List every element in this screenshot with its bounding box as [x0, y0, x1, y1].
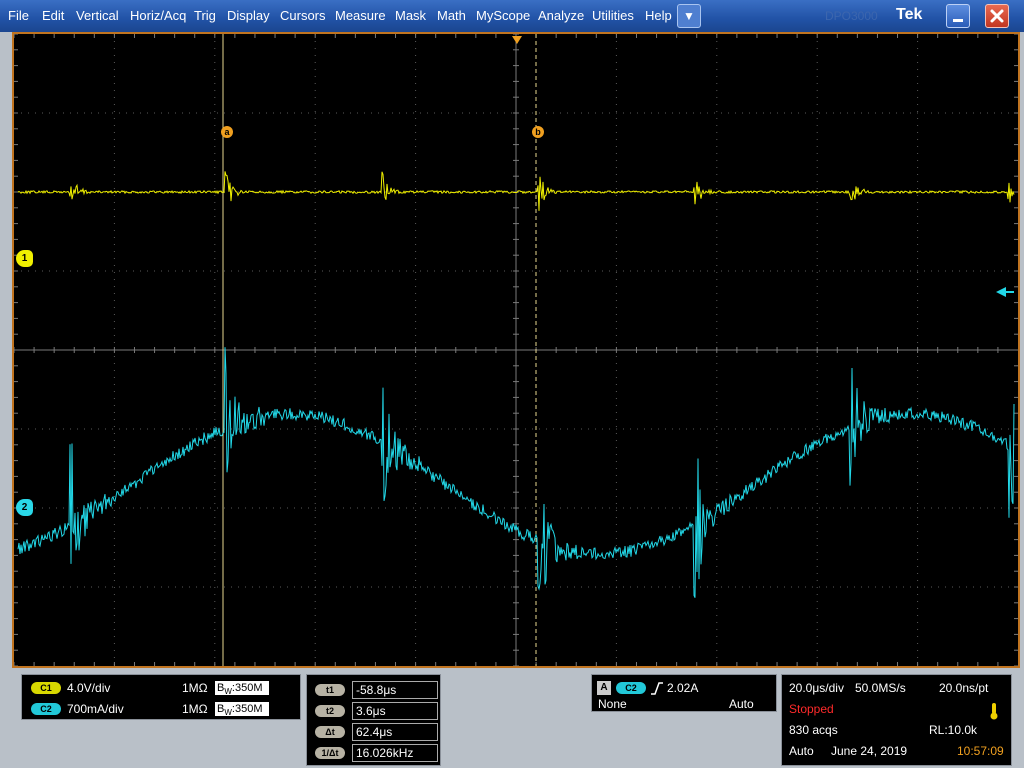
menu-display[interactable]: Display: [227, 8, 270, 23]
cursor-a-label[interactable]: a: [221, 126, 233, 138]
trigger-mode-readout: Auto: [789, 744, 814, 758]
cursor-t1-value: -58.8μs: [352, 681, 438, 699]
ch1-ground-marker[interactable]: 1: [16, 250, 33, 267]
menu-utilities[interactable]: Utilities: [592, 8, 634, 23]
sample-rate: 50.0MS/s: [855, 681, 906, 695]
trigger-mode: Auto: [729, 697, 754, 711]
cursor-readout-panel[interactable]: t1 -58.8μs t2 3.6μs Δt 62.4μs 1/Δt 16.02…: [306, 674, 441, 766]
minimize-button[interactable]: [946, 4, 970, 28]
cursor-t2-value: 3.6μs: [352, 702, 438, 720]
trigger-coupling: None: [598, 697, 627, 711]
menu-math[interactable]: Math: [437, 8, 466, 23]
menu-mask[interactable]: Mask: [395, 8, 426, 23]
trigger-settings-panel[interactable]: A C2 2.02A None Auto: [591, 674, 777, 712]
chevron-down-icon: ▼: [683, 9, 695, 23]
close-icon: [990, 9, 1004, 23]
menu-myscope[interactable]: MyScope: [476, 8, 530, 23]
ch1-scale: 4.0V/div: [67, 681, 111, 695]
ch1-badge[interactable]: C1: [31, 682, 61, 694]
current-time: 10:57:09: [957, 744, 1004, 758]
brand-logo: Tek: [896, 6, 923, 23]
horizontal-acquisition-panel[interactable]: 20.0μs/div 50.0MS/s 20.0ns/pt Stopped 83…: [781, 674, 1012, 766]
rising-edge-icon: [651, 682, 663, 695]
cursor-b-label[interactable]: b: [532, 126, 544, 138]
waveform-graticule: [14, 34, 1018, 666]
acquisition-count: 830 acqs: [789, 723, 838, 737]
minimize-icon: [953, 19, 963, 22]
model-watermark: DPO3000: [825, 9, 878, 23]
menu-cursors[interactable]: Cursors: [280, 8, 326, 23]
ch2-bandwidth: BW:350M: [215, 702, 269, 717]
acquisition-status: Stopped: [789, 702, 834, 716]
menu-horiz-acq[interactable]: Horiz/Acq: [130, 8, 186, 23]
ch2-ground-marker[interactable]: 2: [16, 499, 33, 516]
menu-analyze[interactable]: Analyze: [538, 8, 584, 23]
graticule-grid: [14, 34, 1018, 666]
trigger-source-badge: C2: [616, 682, 646, 694]
cursor-freq-label: 1/Δt: [315, 747, 345, 759]
menu-bar: File Edit Vertical Horiz/Acq Trig Displa…: [0, 0, 1024, 32]
menu-measure[interactable]: Measure: [335, 8, 386, 23]
close-button[interactable]: [985, 4, 1009, 28]
menu-dropdown-button[interactable]: ▼: [677, 4, 701, 28]
cursor-t2-label: t2: [315, 705, 345, 717]
timebase-scale: 20.0μs/div: [789, 681, 844, 695]
trigger-a-tag: A: [597, 681, 611, 695]
ch1-impedance: 1MΩ: [182, 681, 208, 695]
cursor-t1-label: t1: [315, 684, 345, 696]
cursor-freq-value: 16.026kHz: [352, 744, 438, 762]
waveform-display[interactable]: 1 2 a b: [12, 32, 1020, 668]
menu-vertical[interactable]: Vertical: [76, 8, 119, 23]
cursor-delta-value: 62.4μs: [352, 723, 438, 741]
trigger-level-icon[interactable]: [996, 287, 1014, 297]
time-resolution: 20.0ns/pt: [939, 681, 989, 695]
record-length: RL:10.0k: [929, 723, 978, 737]
current-date: June 24, 2019: [831, 744, 908, 758]
ch1-bandwidth: BW:350M: [215, 681, 269, 696]
cursor-delta-label: Δt: [315, 726, 345, 738]
menu-file[interactable]: File: [8, 8, 29, 23]
ch2-impedance: 1MΩ: [182, 702, 208, 716]
menu-help[interactable]: Help: [645, 8, 672, 23]
trigger-level: 2.02A: [667, 681, 699, 695]
menu-trig[interactable]: Trig: [194, 8, 216, 23]
thermometer-icon: [990, 703, 998, 720]
menu-edit[interactable]: Edit: [42, 8, 64, 23]
ch2-badge[interactable]: C2: [31, 703, 61, 715]
trigger-position-icon[interactable]: [512, 36, 522, 44]
channel-settings-panel[interactable]: C1 4.0V/div 1MΩ BW:350M C2 700mA/div 1MΩ…: [21, 674, 301, 720]
ch2-scale: 700mA/div: [67, 702, 124, 716]
